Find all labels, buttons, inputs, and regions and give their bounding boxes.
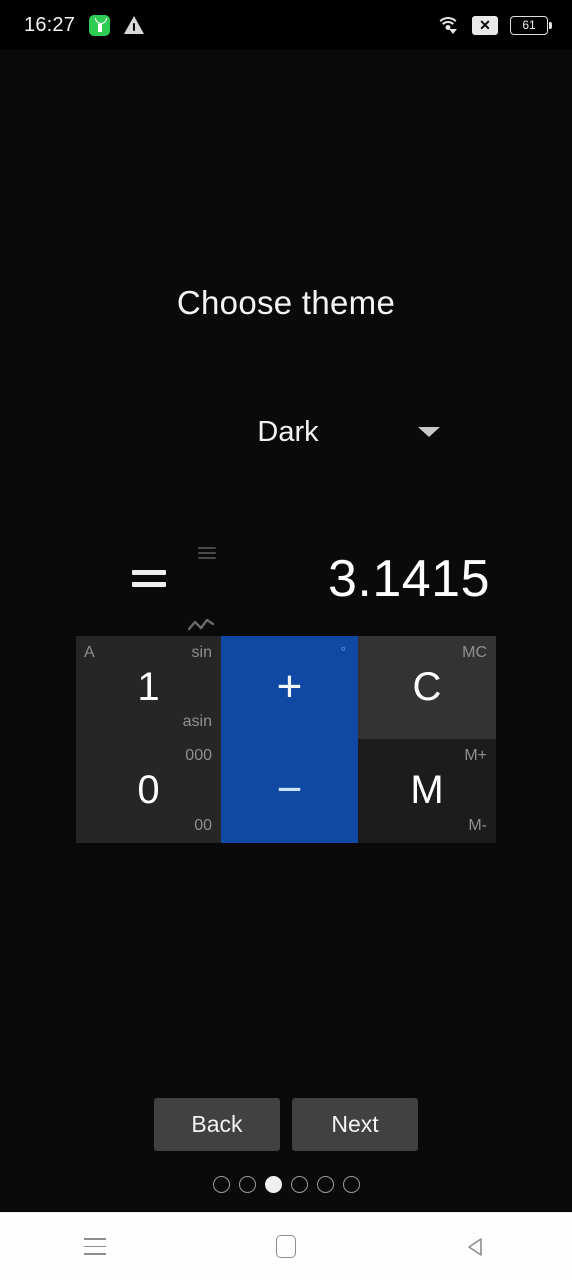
app-screen: 16:27 ✕ 61 Choose theme Dark 3.1415 A si… — [0, 0, 572, 1280]
page-dot-3[interactable] — [290, 1176, 308, 1193]
key-1-label-bottomright: asin — [182, 713, 212, 730]
app-notification-icon — [89, 14, 111, 36]
battery-level-label: 61 — [522, 18, 536, 32]
page-dot-4[interactable] — [316, 1176, 334, 1193]
key-clear-label: C — [412, 664, 442, 709]
calculator-keypad: A sin 1 asin ° + − MC C 000 0 00 M+ M M- — [76, 636, 496, 843]
key-plus[interactable]: ° + — [221, 636, 358, 739]
key-1-label-topright: sin — [191, 644, 212, 661]
key-minus-label: − — [276, 765, 303, 814]
key-clear-label-topright: MC — [462, 644, 487, 661]
recents-icon — [84, 1238, 107, 1255]
key-memory-label-bottomright: M- — [468, 817, 487, 834]
key-0-label-topright: 000 — [185, 747, 212, 764]
key-0-label: 0 — [137, 768, 160, 812]
android-navigation-bar — [0, 1212, 572, 1280]
calculator-display-value: 3.1415 — [327, 550, 490, 608]
no-sim-icon: ✕ — [472, 15, 498, 35]
key-1-label-topleft: A — [84, 644, 95, 661]
status-bar-clock: 16:27 — [24, 13, 76, 36]
calculator-preview: 3.1415 A sin 1 asin ° + − MC C 000 0 00 … — [76, 540, 496, 843]
key-clear[interactable]: MC C — [358, 636, 496, 739]
theme-select-spinner[interactable]: Dark — [186, 410, 444, 454]
page-dot-2[interactable] — [264, 1176, 282, 1193]
menu-icon[interactable] — [198, 547, 216, 559]
key-memory-label-topright: M+ — [464, 747, 487, 764]
back-icon — [467, 1237, 482, 1256]
page-dot-1[interactable] — [238, 1176, 256, 1193]
key-1-label: 1 — [137, 664, 160, 709]
recents-button[interactable] — [50, 1213, 140, 1280]
key-memory-label: M — [410, 768, 444, 812]
back-button[interactable]: Back — [154, 1098, 280, 1151]
key-minus[interactable]: − — [221, 739, 358, 843]
chevron-down-icon — [418, 427, 440, 437]
next-button[interactable]: Next — [292, 1098, 418, 1151]
status-bar: 16:27 ✕ 61 — [0, 0, 572, 50]
key-plus-label: + — [276, 661, 303, 711]
theme-selected-value: Dark — [257, 415, 319, 448]
key-1[interactable]: A sin 1 asin — [76, 636, 221, 739]
back-button-nav[interactable] — [432, 1213, 522, 1280]
warning-triangle-icon — [124, 16, 145, 34]
wifi-icon — [436, 15, 460, 35]
key-0-label-bottomright: 00 — [194, 817, 212, 834]
status-bar-right: ✕ 61 — [436, 15, 552, 35]
page-dot-0[interactable] — [212, 1176, 230, 1193]
page-indicator-dots — [0, 1176, 572, 1193]
key-memory[interactable]: M+ M M- — [358, 739, 496, 843]
calculator-display: 3.1415 — [76, 540, 496, 636]
status-bar-left: 16:27 — [24, 13, 145, 37]
battery-icon: 61 — [510, 15, 552, 35]
home-icon — [275, 1235, 296, 1258]
wizard-buttons: Back Next — [0, 1098, 572, 1151]
page-dot-5[interactable] — [342, 1176, 360, 1193]
page-title: Choose theme — [176, 284, 396, 321]
key-0[interactable]: 000 0 00 — [76, 739, 221, 843]
key-plus-degree-label: ° — [340, 644, 346, 659]
key-plus-minus-column: ° + − — [221, 636, 358, 843]
line-chart-icon[interactable] — [188, 618, 214, 632]
equals-icon — [132, 570, 166, 590]
home-button[interactable] — [241, 1213, 331, 1280]
